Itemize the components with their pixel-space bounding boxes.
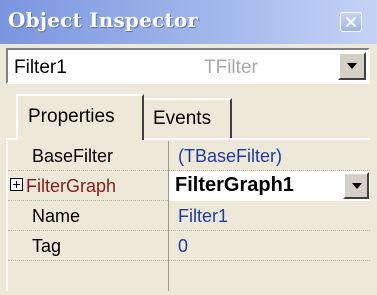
object-selector-combo[interactable]: Filter1 TFilter [6,48,370,84]
dropdown-arrow-icon [352,183,362,189]
property-name: BaseFilter [32,146,114,166]
tab-strip: Events Properties [6,94,370,140]
property-value[interactable]: (TBaseFilter) [178,146,282,167]
close-icon [345,16,357,28]
property-grid: BaseFilter (TBaseFilter) FilterGraph Fil… [6,141,370,291]
property-row-basefilter[interactable]: BaseFilter (TBaseFilter) [8,141,370,171]
property-value-dropdown-button[interactable] [343,172,369,199]
title-bar[interactable]: Object Inspector [0,0,377,44]
close-button[interactable] [340,12,362,32]
dropdown-arrow-icon [347,63,357,69]
selected-object-name: Filter1 [14,57,67,78]
property-value-editor[interactable]: FilterGraph1 [169,171,370,201]
property-row-filtergraph[interactable]: FilterGraph FilterGraph1 [8,171,370,201]
expand-plus-icon[interactable] [10,178,23,191]
window-title: Object Inspector [8,8,199,32]
property-row-tag[interactable]: Tag 0 [8,231,370,261]
tab-properties[interactable]: Properties [16,94,144,140]
property-name: FilterGraph [26,176,117,196]
property-name: Tag [32,236,62,256]
selected-object-type: TFilter [204,57,258,78]
tab-properties-label: Properties [28,106,115,127]
object-inspector-window: Object Inspector Filter1 TFilter Events … [0,0,377,295]
property-value[interactable]: Filter1 [178,206,228,227]
property-value[interactable]: 0 [178,236,188,257]
tab-events-label: Events [153,108,212,129]
object-selector-dropdown-button[interactable] [338,52,366,80]
property-value[interactable]: FilterGraph1 [175,174,294,197]
property-row-name[interactable]: Name Filter1 [8,201,370,231]
tab-events[interactable]: Events [142,98,232,138]
property-name: Name [32,206,81,226]
